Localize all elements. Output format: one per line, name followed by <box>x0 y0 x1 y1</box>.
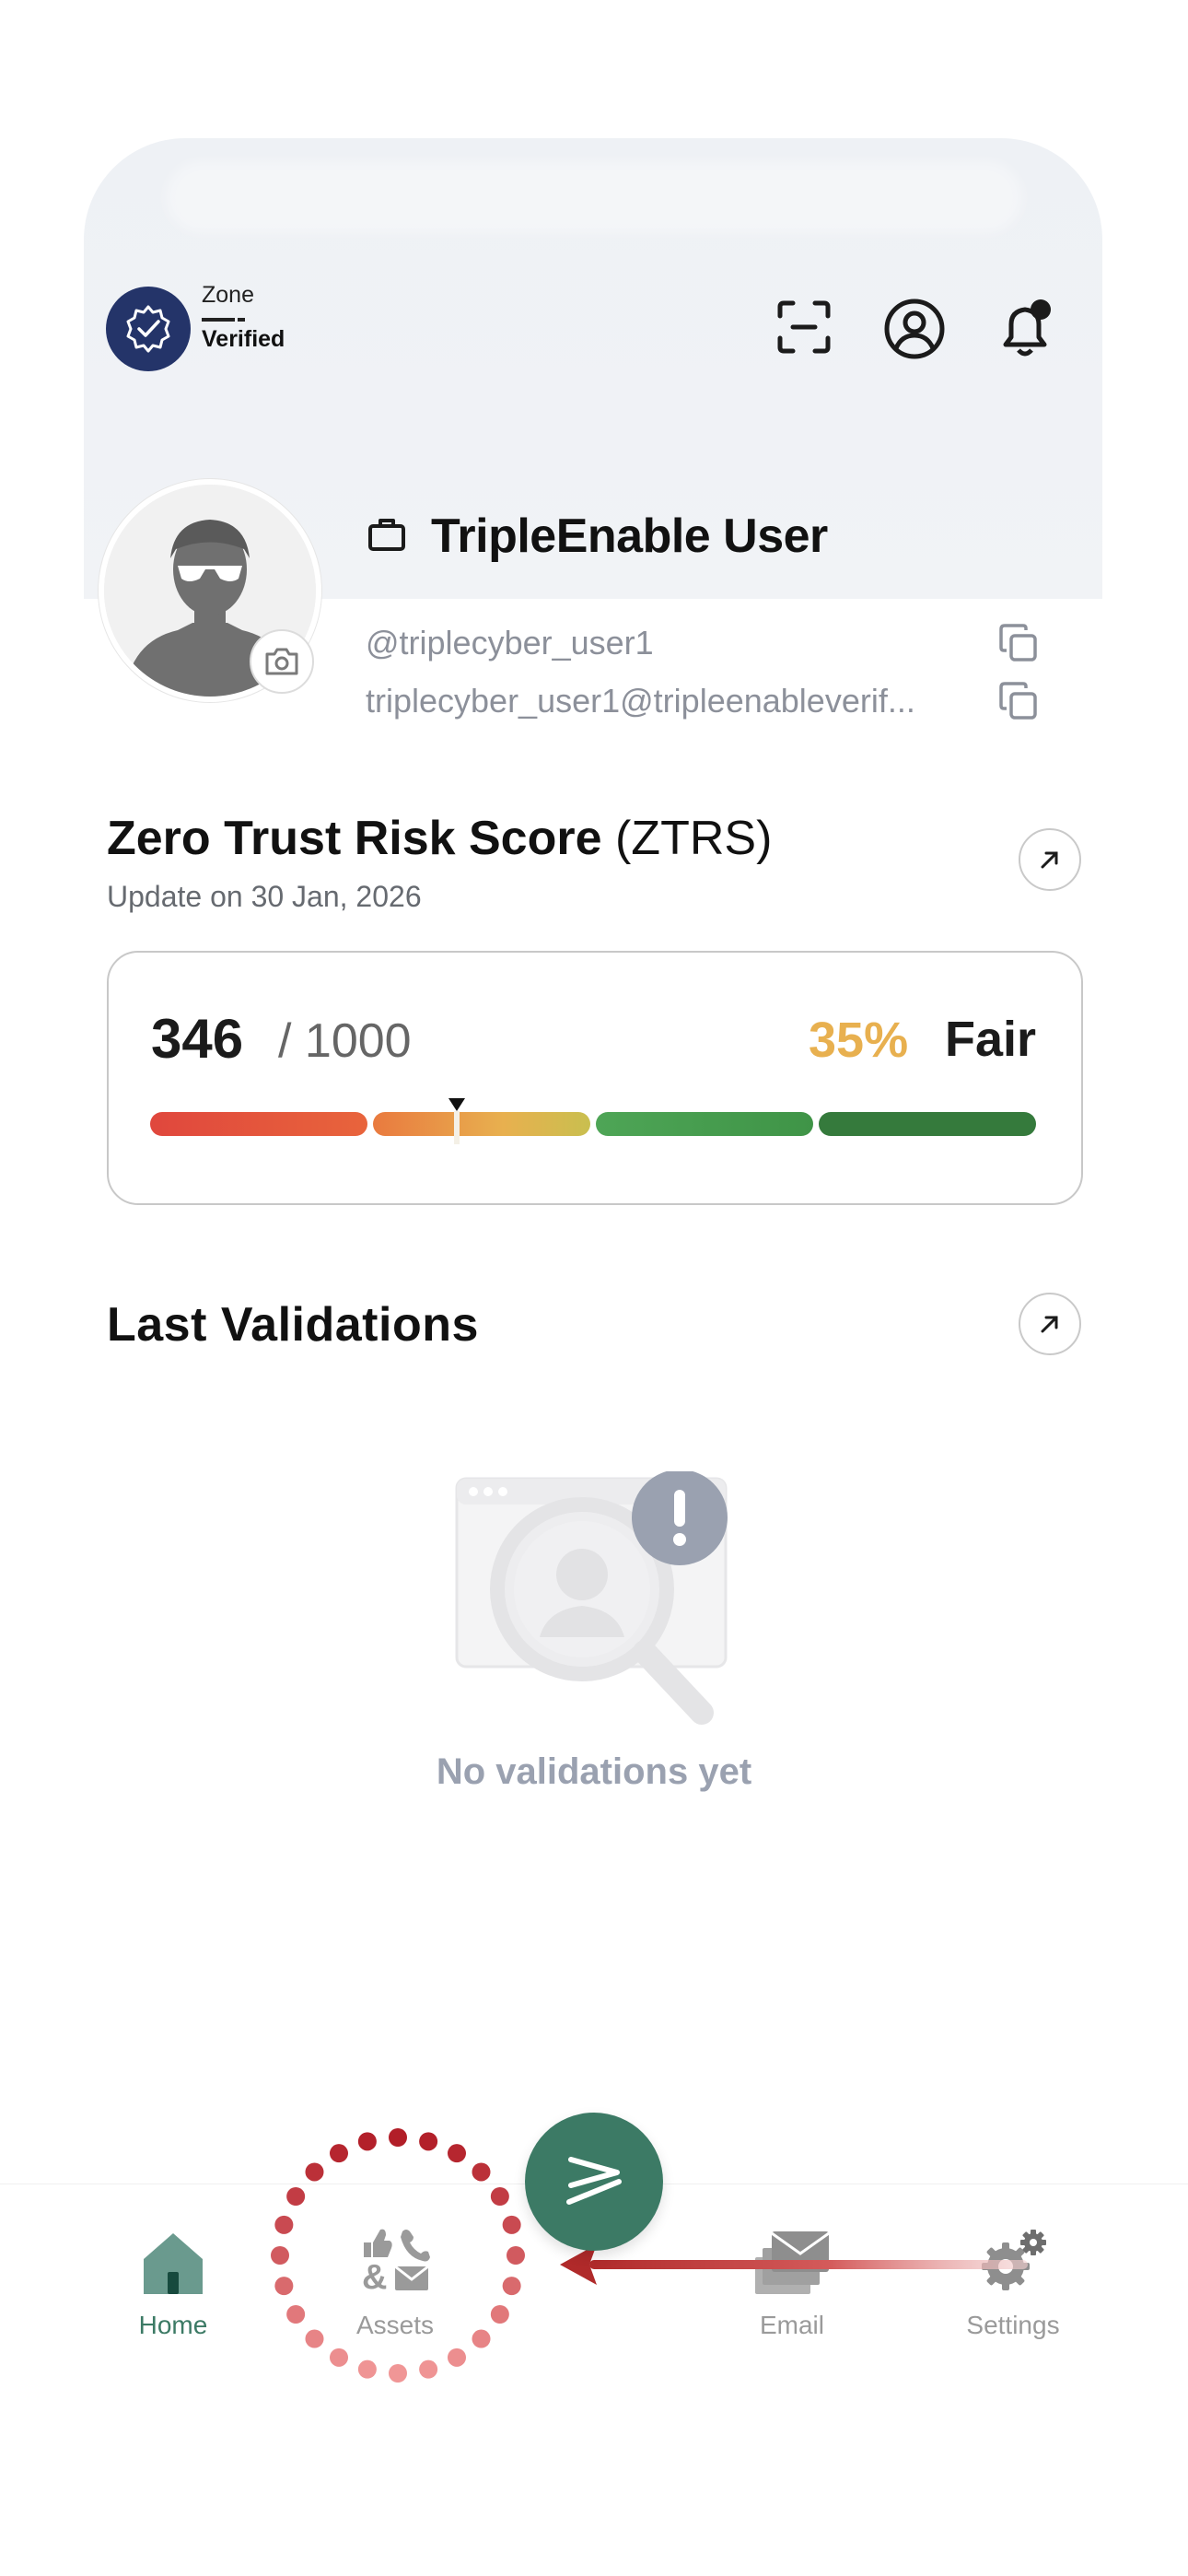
briefcase-icon <box>367 514 409 556</box>
score-level: Fair <box>945 1012 1037 1067</box>
ring-dot <box>502 2215 521 2234</box>
nav-home-label: Home <box>138 2311 208 2339</box>
scan-icon[interactable] <box>774 297 834 357</box>
notifications-bell-icon[interactable] <box>993 295 1057 361</box>
center-action-button[interactable] <box>525 2113 663 2251</box>
home-icon <box>81 2222 265 2296</box>
ztrs-title: Zero Trust Risk Score (ZTRS) <box>107 811 772 866</box>
ring-dot <box>490 2305 509 2324</box>
zone-divider-dot <box>238 318 245 322</box>
swap-logo-icon <box>566 2157 622 2205</box>
user-display-name: TripleEnable User <box>431 509 828 563</box>
ring-dot <box>507 2246 525 2265</box>
user-email: triplecyber_user1@tripleenableverif... <box>366 682 915 720</box>
score-bar-good <box>596 1112 813 1136</box>
ring-dot <box>357 2359 377 2379</box>
ring-dot <box>389 2128 407 2147</box>
nav-email-label: Email <box>759 2311 824 2339</box>
ring-dot <box>472 2329 491 2348</box>
swipe-left-arrow-icon <box>553 2239 1031 2290</box>
change-photo-camera-icon[interactable] <box>250 629 314 694</box>
user-handle: @triplecyber_user1 <box>366 624 654 662</box>
ztrs-title-abbr: (ZTRS) <box>614 812 773 865</box>
last-validations-title: Last Validations <box>107 1298 479 1352</box>
score-percent: 35% <box>809 1013 909 1068</box>
empty-state-text: No validations yet <box>436 1751 752 1792</box>
ring-dot <box>305 2329 324 2348</box>
tap-highlight-ring <box>260 2119 536 2395</box>
ring-dot <box>419 2359 438 2379</box>
ring-dot <box>271 2246 289 2265</box>
ring-dot <box>448 2144 466 2163</box>
copy-handle-icon[interactable] <box>997 622 1040 664</box>
empty-state-illustration-icon <box>455 1469 737 1727</box>
ztrs-updated-date: Update on 30 Jan, 2026 <box>107 880 422 913</box>
ring-dot <box>490 2187 509 2206</box>
ring-dot <box>305 2162 324 2182</box>
score-bar-excellent <box>819 1112 1036 1136</box>
score-value: 346 <box>151 1008 244 1070</box>
ring-dot <box>274 2215 294 2234</box>
ring-dot <box>389 2364 407 2383</box>
ztrs-title-main: Zero Trust Risk Score <box>107 812 602 865</box>
copy-email-icon[interactable] <box>997 680 1040 722</box>
ztrs-open-arrow-icon[interactable] <box>1019 828 1081 891</box>
ring-dot <box>286 2305 306 2324</box>
verified-badge-icon[interactable] <box>106 287 191 371</box>
ring-dot <box>472 2162 491 2182</box>
zone-divider <box>202 318 235 322</box>
account-icon[interactable] <box>882 297 947 361</box>
ztrs-score-card[interactable] <box>107 951 1083 1205</box>
header-highlight <box>166 161 1022 233</box>
ring-dot <box>330 2144 348 2163</box>
zone-label: Zone <box>202 282 254 308</box>
score-marker <box>446 1098 468 1146</box>
score-bar-fair <box>373 1112 590 1136</box>
ring-dot <box>274 2277 294 2296</box>
zone-status: Verified <box>202 326 285 352</box>
ring-dot <box>330 2348 348 2367</box>
score-max: / 1000 <box>278 1014 412 1068</box>
validations-open-arrow-icon[interactable] <box>1019 1293 1081 1355</box>
nav-home[interactable]: Home <box>81 2222 265 2340</box>
ring-dot <box>502 2277 521 2296</box>
ring-dot <box>286 2187 306 2206</box>
score-bar-poor <box>150 1112 367 1136</box>
ring-dot <box>357 2132 377 2151</box>
ring-dot <box>419 2132 438 2151</box>
ring-dot <box>448 2348 466 2367</box>
nav-settings-label: Settings <box>966 2311 1060 2339</box>
